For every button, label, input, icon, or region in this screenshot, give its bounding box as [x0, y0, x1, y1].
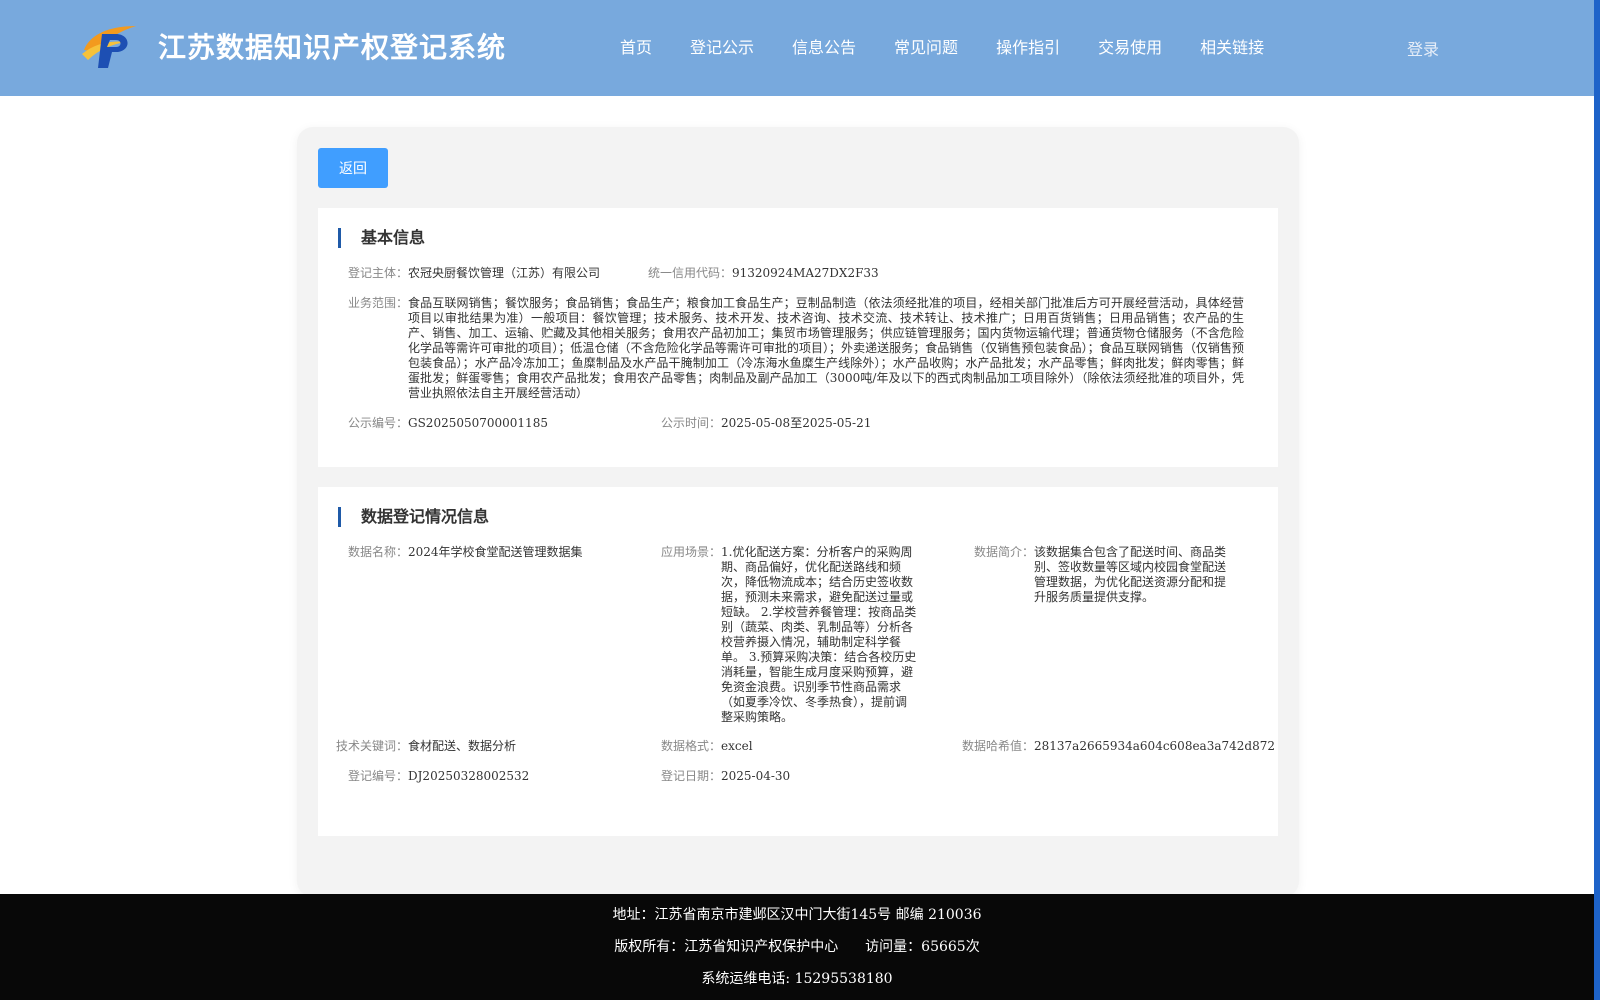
business-scope-value: 食品互联网销售；餐饮服务；食品销售；食品生产；粮食加工食品生产；豆制品制造（依法…: [408, 296, 1244, 400]
credit-code-label: 统一信用代码：: [648, 266, 733, 280]
tech-keywords-value: 食材配送、数据分析: [408, 739, 517, 753]
basic-info-title: 基本信息: [338, 228, 425, 248]
login-link[interactable]: 登录: [1407, 36, 1439, 60]
data-hash-label: 数据哈希值：: [962, 739, 1035, 753]
nav-registration-notice[interactable]: 登记公示: [690, 34, 754, 58]
footer-visit-count: 访问量：65665次: [865, 939, 980, 955]
window-edge: [1594, 0, 1600, 1000]
data-intro-field: 数据简介： 该数据集合包含了配送时间、商品类别、签收数量等区域内校园食堂配送管理…: [974, 545, 1230, 605]
registration-number-field: 登记编号： DJ20250328002532: [348, 769, 529, 784]
nav-info-announcement[interactable]: 信息公告: [792, 34, 856, 58]
site-footer: 地址：江苏省南京市建邺区汉中门大街145号 邮编 210036 版权所有：江苏省…: [0, 894, 1594, 1000]
registration-number-value: DJ20250328002532: [408, 769, 530, 783]
data-intro-value: 该数据集合包含了配送时间、商品类别、签收数量等区域内校园食堂配送管理数据，为优化…: [1034, 545, 1227, 604]
nav-operation-guide[interactable]: 操作指引: [996, 34, 1060, 58]
registration-date-label: 登记日期：: [661, 769, 722, 783]
data-format-label: 数据格式：: [661, 739, 722, 753]
data-name-label: 数据名称：: [348, 545, 409, 559]
business-scope-field: 业务范围： 食品互联网销售；餐饮服务；食品销售；食品生产；粮食加工食品生产；豆制…: [348, 296, 1250, 401]
data-format-value: excel: [721, 739, 753, 753]
registrant-label: 登记主体：: [348, 266, 409, 280]
credit-code-field: 统一信用代码： 91320924MA27DX2F33: [648, 266, 879, 281]
data-format-field: 数据格式： excel: [661, 739, 753, 754]
notice-time-label: 公示时间：: [661, 416, 722, 430]
registration-date-value: 2025-04-30: [721, 769, 791, 783]
application-scenario-field: 应用场景： 1.优化配送方案：分析客户的采购周期、商品偏好，优化配送路线和频次，…: [661, 545, 917, 725]
notice-number-field: 公示编号： GS2025050700001185: [348, 416, 548, 431]
registrant-value: 农冠央厨餐饮管理（江苏）有限公司: [408, 266, 601, 280]
application-scenario-value: 1.优化配送方案：分析客户的采购周期、商品偏好，优化配送路线和频次，降低物流成本…: [721, 545, 917, 724]
data-hash-field: 数据哈希值： 28137a2665934a604c608ea3a742d872: [962, 739, 1275, 754]
nav-faq[interactable]: 常见问题: [894, 34, 958, 58]
nav-trading-usage[interactable]: 交易使用: [1098, 34, 1162, 58]
notice-time-field: 公示时间： 2025-05-08至2025-05-21: [661, 416, 871, 431]
registration-number-label: 登记编号：: [348, 769, 409, 783]
footer-copyright: 版权所有：江苏省知识产权保护中心: [614, 939, 839, 955]
notice-number-label: 公示编号：: [348, 416, 409, 430]
registration-date-field: 登记日期： 2025-04-30: [661, 769, 790, 784]
site-title: 江苏数据知识产权登记系统: [158, 31, 507, 64]
footer-copyright-line: 版权所有：江苏省知识产权保护中心 访问量：65665次: [0, 936, 1594, 956]
data-hash-value: 28137a2665934a604c608ea3a742d872: [1034, 739, 1275, 753]
back-button[interactable]: 返回: [318, 148, 388, 188]
data-registration-panel: 数据登记情况信息 数据名称： 2024年学校食堂配送管理数据集 应用场景： 1.…: [318, 487, 1278, 836]
data-name-field: 数据名称： 2024年学校食堂配送管理数据集: [348, 545, 583, 560]
site-logo-icon: [82, 26, 136, 68]
data-registration-title: 数据登记情况信息: [338, 507, 489, 527]
data-intro-label: 数据简介：: [974, 545, 1035, 559]
nav-home[interactable]: 首页: [620, 34, 652, 58]
data-name-value: 2024年学校食堂配送管理数据集: [408, 545, 583, 559]
business-scope-label: 业务范围：: [348, 296, 409, 310]
footer-address: 地址：江苏省南京市建邺区汉中门大街145号 邮编 210036: [612, 907, 982, 923]
basic-info-panel: 基本信息 登记主体： 农冠央厨餐饮管理（江苏）有限公司 统一信用代码： 9132…: [318, 208, 1278, 467]
registrant-field: 登记主体： 农冠央厨餐饮管理（江苏）有限公司: [348, 266, 600, 281]
tech-keywords-label: 技术关键词：: [336, 739, 409, 753]
footer-phone: 系统运维电话: 15295538180: [701, 971, 893, 987]
application-scenario-label: 应用场景：: [661, 545, 722, 559]
top-header: 江苏数据知识产权登记系统 首页 登记公示 信息公告 常见问题 操作指引 交易使用…: [0, 0, 1594, 96]
tech-keywords-field: 技术关键词： 食材配送、数据分析: [336, 739, 516, 754]
notice-time-value: 2025-05-08至2025-05-21: [721, 416, 872, 430]
nav-related-links[interactable]: 相关链接: [1200, 34, 1264, 58]
main-nav: 首页 登记公示 信息公告 常见问题 操作指引 交易使用 相关链接: [620, 34, 1302, 58]
notice-number-value: GS2025050700001185: [408, 416, 548, 430]
credit-code-value: 91320924MA27DX2F33: [732, 266, 879, 280]
